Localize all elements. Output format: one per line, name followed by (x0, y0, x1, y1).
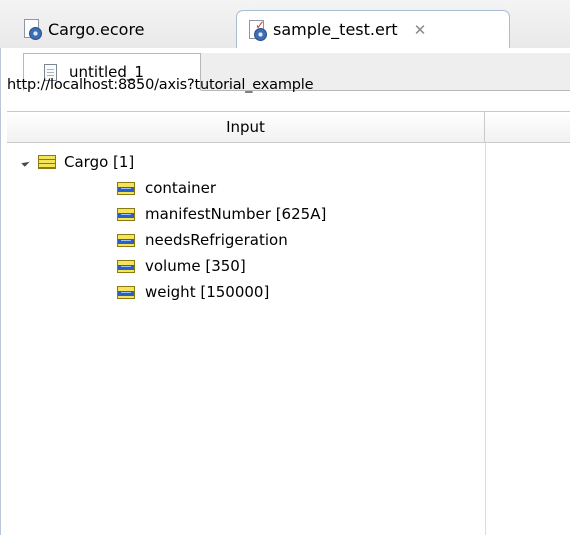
tab-label: sample_test.ert (273, 20, 398, 39)
column-divider[interactable] (485, 143, 486, 535)
service-url: http://localhost:8850/axis?tutorial_exam… (7, 77, 314, 93)
tree-node-container[interactable]: container (117, 175, 216, 201)
tab-label: Cargo.ecore (48, 19, 145, 39)
tree-node-label: weight [150000] (145, 283, 270, 301)
tree-node-label: Cargo [1] (64, 153, 135, 171)
attribute-icon (117, 285, 135, 299)
ecore-file-icon (22, 19, 42, 40)
attribute-icon (117, 181, 135, 195)
eclass-icon (38, 155, 56, 169)
tree-node-cargo[interactable]: Cargo [1] (21, 149, 135, 175)
tree-node-manifestnumber[interactable]: manifestNumber [625A] (117, 201, 326, 227)
tab-cargo-ecore[interactable]: Cargo.ecore (14, 10, 242, 48)
tree-node-weight[interactable]: weight [150000] (117, 279, 269, 305)
tree-node-needsrefrigeration[interactable]: needsRefrigeration (117, 227, 288, 253)
attribute-icon (117, 233, 135, 247)
close-icon[interactable]: ✕ (414, 21, 427, 39)
tree-node-volume[interactable]: volume [350] (117, 253, 246, 279)
tree-node-label: manifestNumber [625A] (145, 205, 327, 223)
editor-tab-bar: Cargo.ecore ✓ sample_test.ert ✕ (0, 0, 570, 48)
tree-node-label: volume [350] (145, 257, 246, 275)
tab-sample-test-ert[interactable]: ✓ sample_test.ert ✕ (236, 10, 510, 48)
attribute-icon (117, 259, 135, 273)
tree-node-label: needsRefrigeration (145, 231, 288, 249)
column-header-input[interactable]: Input (7, 112, 485, 142)
attribute-icon (117, 207, 135, 221)
tree-node-label: container (145, 179, 217, 197)
grid-header: Input (7, 111, 570, 143)
expand-arrow-icon[interactable] (21, 157, 30, 167)
test-file-icon: ✓ (247, 18, 267, 41)
